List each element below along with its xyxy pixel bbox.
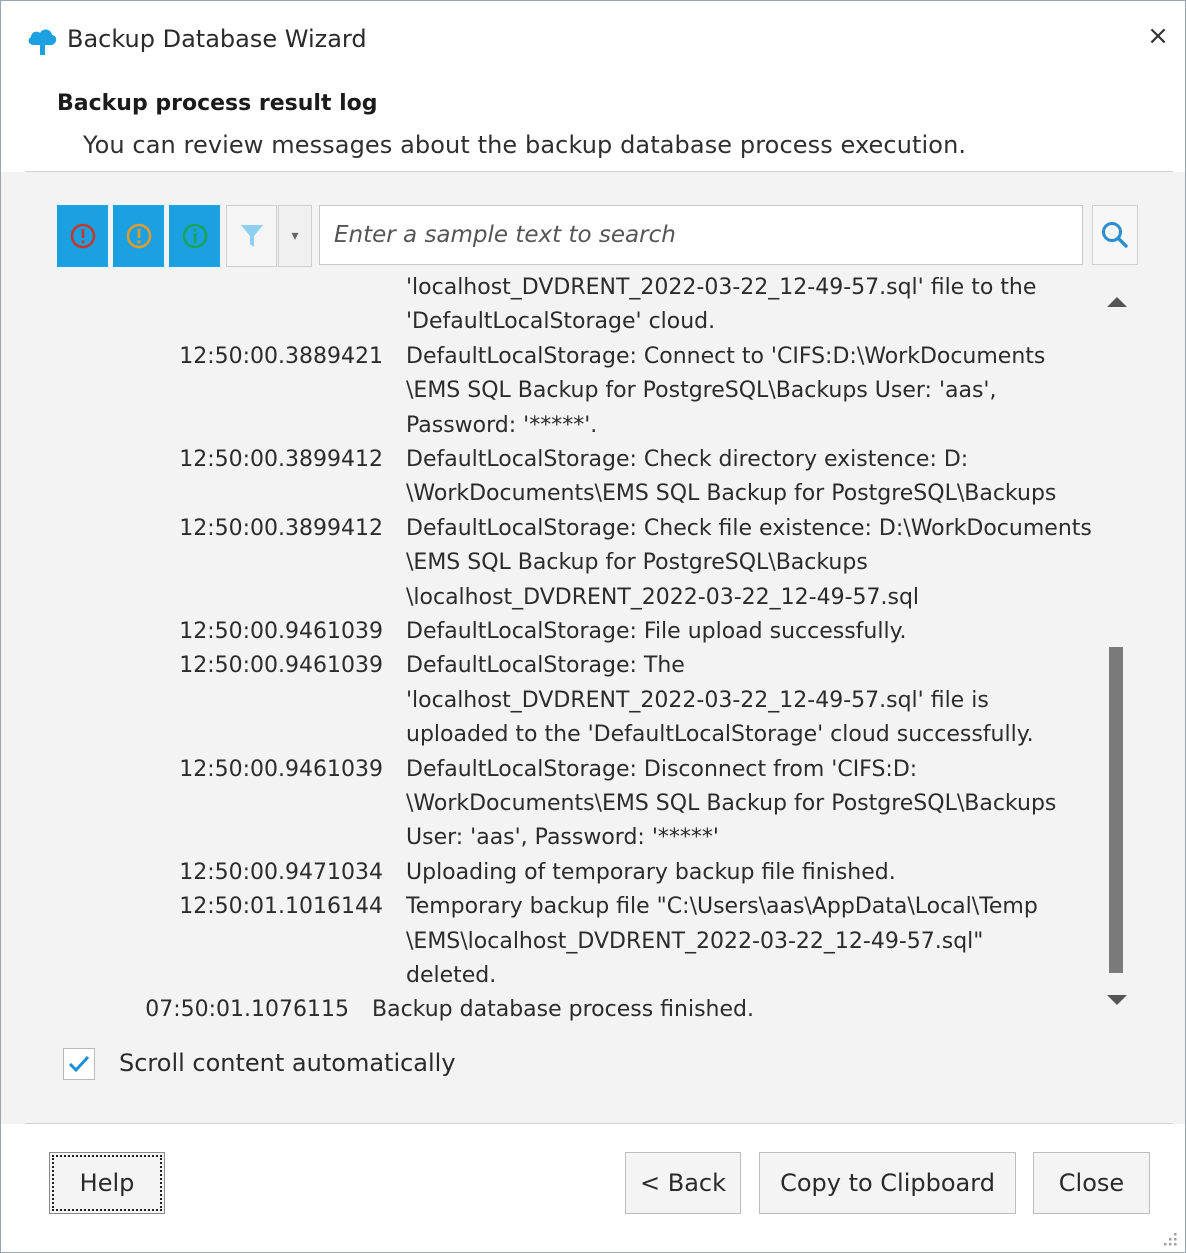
log-message-line: Password: '*****'. (406, 412, 598, 438)
page-title: Backup process result log (57, 91, 378, 116)
log-message-line: uploaded to the 'DefaultLocalStorage' cl… (406, 722, 1034, 748)
search-button[interactable] (1092, 205, 1138, 265)
log-message-line: \WorkDocuments\EMS SQL Backup for Postgr… (406, 481, 1057, 507)
scroll-down-arrow-icon[interactable] (1107, 995, 1127, 1005)
copy-to-clipboard-button[interactable]: Copy to Clipboard (759, 1152, 1016, 1214)
log-message-line: DefaultLocalStorage: Disconnect from 'CI… (406, 756, 918, 782)
log-message-line: \EMS\localhost_DVDRENT_2022-03-22_12-49-… (406, 928, 984, 954)
close-window-button[interactable]: × (1141, 19, 1175, 53)
show-warnings-toggle[interactable] (113, 205, 164, 267)
log-message-line: DefaultLocalStorage: Check directory exi… (406, 447, 969, 472)
info-icon (182, 223, 207, 249)
cloud-upload-icon (28, 29, 57, 55)
show-errors-toggle[interactable] (57, 205, 108, 267)
scroll-automatically-checkbox[interactable] (63, 1048, 95, 1080)
close-button[interactable]: Close (1033, 1152, 1150, 1214)
search-field[interactable] (319, 205, 1083, 265)
log-message-line: 'DefaultLocalStorage' cloud. (406, 309, 716, 335)
log-timestamp: 12:50:00.9461039 (179, 653, 383, 679)
warning-icon (126, 223, 151, 249)
log-timestamp: 07:50:01.1076115 (145, 997, 349, 1023)
title-bar: Backup Database Wizard × (1, 1, 1185, 79)
log-message-line: \EMS SQL Backup for PostgreSQL\Backups (406, 550, 868, 576)
scroll-automatically-label[interactable]: Scroll content automatically (119, 1049, 456, 1077)
log-message-line: DefaultLocalStorage: Connect to 'CIFS:D:… (406, 343, 1046, 369)
log-timestamp: 12:50:00.3889421 (179, 343, 383, 369)
window-title: Backup Database Wizard (67, 25, 367, 53)
back-button[interactable]: < Back (625, 1152, 741, 1214)
log-timestamp: 12:50:00.3899412 (179, 515, 383, 541)
log-message-line: User: 'aas', Password: '*****' (406, 825, 719, 851)
log-message-line: deleted. (406, 963, 497, 988)
chevron-down-icon: ▾ (291, 228, 299, 244)
log-message-line: DefaultLocalStorage: The (406, 653, 685, 679)
footer-divider (25, 1123, 1173, 1124)
log-timestamp: 12:50:00.9461039 (179, 619, 383, 644)
funnel-icon (240, 225, 263, 247)
filter-dropdown-button[interactable]: ▾ (278, 205, 312, 267)
log-message-line: Uploading of temporary backup file finis… (406, 859, 896, 885)
log-message-line: 'localhost_DVDRENT_2022-03-22_12-49-57.s… (406, 275, 1037, 300)
log-timestamp: 12:50:00.9471034 (179, 859, 383, 885)
log-message-line: Temporary backup file "C:\Users\aas\AppD… (406, 894, 1038, 920)
log-message-line: Backup database process finished. (372, 997, 754, 1023)
filter-button[interactable] (226, 205, 277, 267)
search-icon (1102, 222, 1128, 248)
backup-wizard-window: Backup Database Wizard × Backup process … (0, 0, 1186, 1253)
log-message-line: 'localhost_DVDRENT_2022-03-22_12-49-57.s… (406, 687, 989, 713)
log-message-line: DefaultLocalStorage: File upload success… (406, 619, 907, 644)
checkmark-icon (68, 1055, 90, 1073)
scrollbar-thumb[interactable] (1109, 647, 1123, 973)
search-input[interactable] (334, 206, 1074, 264)
log-message-line: DefaultLocalStorage: Check file existenc… (406, 515, 1092, 541)
log-timestamp: 12:50:00.3899412 (179, 447, 383, 472)
error-icon (70, 223, 95, 249)
resize-grip-icon[interactable] (1161, 1229, 1179, 1247)
help-button[interactable]: Help (49, 1152, 165, 1214)
log-message-line: \localhost_DVDRENT_2022-03-22_12-49-57.s… (406, 584, 920, 610)
result-log[interactable]: 'localhost_DVDRENT_2022-03-22_12-49-57.s… (1, 271, 1101, 1031)
log-timestamp: 12:50:00.9461039 (179, 756, 383, 782)
page-subtitle: You can review messages about the backup… (83, 131, 967, 159)
show-info-toggle[interactable] (169, 205, 220, 267)
log-message-line: \WorkDocuments\EMS SQL Backup for Postgr… (406, 791, 1057, 816)
log-message-line: \EMS SQL Backup for PostgreSQL\Backups U… (406, 378, 997, 404)
log-timestamp: 12:50:01.1016144 (179, 894, 383, 920)
scroll-up-arrow-icon[interactable] (1107, 297, 1127, 307)
